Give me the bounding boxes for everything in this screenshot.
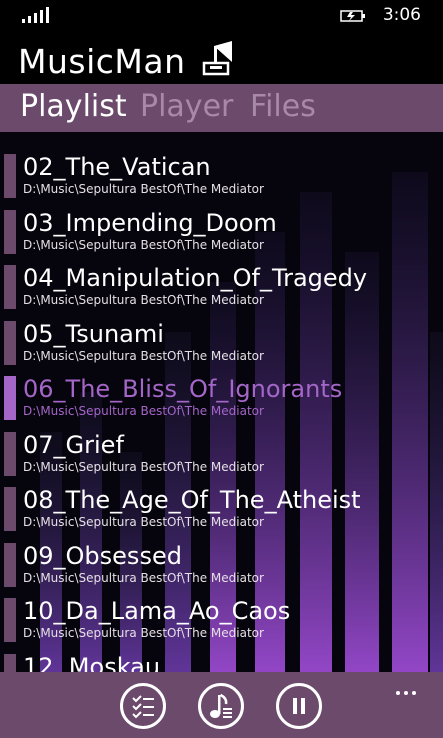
track-path: D:\Music\Sepultura BestOf\The Mediator: [23, 182, 264, 196]
track-path: D:\Music\Sepultura BestOf\The Mediator: [23, 293, 264, 307]
track-indicator: [4, 320, 16, 365]
track-row[interactable]: 03_Impending_Doom D:\Music\Sepultura Best…: [0, 206, 443, 261]
pivot-header: Playlist Player Files: [0, 84, 443, 132]
gramophone-icon: [202, 41, 232, 76]
track-indicator: [4, 376, 16, 420]
status-bar: 3:06: [0, 0, 443, 32]
track-row[interactable]: 08_The_Age_Of_The_Atheist D:\Music\Sepult…: [0, 483, 443, 538]
track-path: D:\Music\Sepultura BestOf\The Mediator: [23, 570, 264, 585]
track-name: 12. Moskau: [23, 652, 161, 673]
track-path: D:\Music\Sepultura BestOf\The Mediator: [23, 515, 264, 529]
tab-files[interactable]: Files: [250, 89, 316, 124]
track-path: D:\Music\Sepultura BestOf\The Mediator: [23, 348, 264, 363]
track-path: D:\Music\Sepultura BestOf\The Mediator: [23, 404, 264, 418]
clock: 3:06: [382, 5, 421, 25]
track-indicator: [4, 542, 16, 587]
track-indicator: [4, 431, 16, 476]
music-note-button[interactable]: [198, 683, 244, 729]
track-name: 05_Tsunami: [23, 319, 164, 348]
track-name: 03_Impending_Doom: [23, 208, 277, 237]
track-row[interactable]: 07_Grief D:\Music\Sepultura BestOf\The Me…: [0, 428, 443, 483]
track-row[interactable]: 05_Tsunami D:\Music\Sepultura BestOf\The …: [0, 317, 443, 372]
track-indicator: [4, 487, 16, 531]
playlist-button[interactable]: [120, 683, 166, 729]
track-row[interactable]: 02_The_Vatican D:\Music\Sepultura BestOf\…: [0, 150, 443, 205]
track-row[interactable]: 12. Moskau: [0, 650, 443, 673]
track-path: D:\Music\Sepultura BestOf\The Mediator: [23, 626, 264, 640]
track-indicator: [4, 265, 16, 309]
track-name: 08_The_Age_Of_The_Atheist: [23, 486, 361, 514]
track-row[interactable]: 06_The_Bliss_Of_Ignorants D:\Music\Sepult…: [0, 372, 443, 427]
tab-playlist[interactable]: Playlist: [20, 89, 127, 124]
battery-charging-icon: [340, 10, 365, 22]
playlist-list[interactable]: 02_The_Vatican D:\Music\Sepultura BestOf\…: [0, 132, 443, 672]
signal-strength-icon: [22, 7, 50, 23]
playlist-icon: [132, 695, 154, 719]
app-title: MusicMan: [18, 42, 186, 81]
music-note-icon: [210, 693, 232, 718]
ellipsis-icon[interactable]: [396, 680, 424, 695]
track-indicator: [4, 154, 16, 198]
track-indicator: [4, 598, 16, 642]
track-row[interactable]: 10_Da_Lama_Ao_Caos D:\Music\Sepultura Bes…: [0, 594, 443, 649]
track-name: 10_Da_Lama_Ao_Caos: [23, 597, 291, 625]
pause-button[interactable]: [276, 683, 322, 729]
tab-player[interactable]: Player: [140, 89, 233, 124]
track-name: 02_The_Vatican: [23, 153, 211, 181]
track-name: 07_Grief: [23, 430, 124, 459]
pause-icon: [293, 698, 305, 714]
track-indicator: [4, 653, 16, 672]
track-indicator: [4, 209, 16, 254]
track-row[interactable]: 04_Manipulation_Of_Tragedy D:\Music\Sepul…: [0, 261, 443, 316]
track-path: D:\Music\Sepultura BestOf\The Mediator: [23, 237, 264, 252]
app-bar: [0, 672, 443, 738]
track-path: D:\Music\Sepultura BestOf\The Mediator: [23, 459, 264, 474]
track-name: 04_Manipulation_Of_Tragedy: [23, 264, 368, 292]
track-row[interactable]: 09_Obsessed D:\Music\Sepultura BestOf\The…: [0, 539, 443, 594]
track-name: 09_Obsessed: [23, 541, 182, 570]
track-name: 06_The_Bliss_Of_Ignorants: [23, 375, 343, 403]
